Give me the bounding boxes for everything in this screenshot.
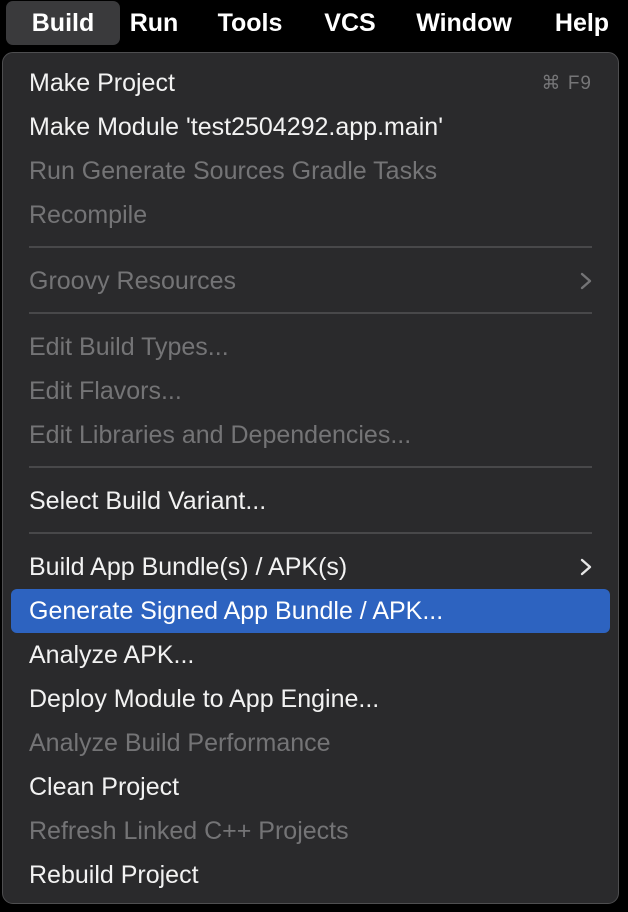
menu-item-label: Generate Signed App Bundle / APK...: [29, 597, 444, 625]
menu-separator: [29, 312, 592, 314]
menu-item-label: Build App Bundle(s) / APK(s): [29, 553, 348, 581]
menu-item-label: Deploy Module to App Engine...: [29, 685, 380, 713]
menu-item-groovy-resources: Groovy Resources: [11, 259, 610, 303]
menu-separator: [29, 246, 592, 248]
menu-bar: Build Run Tools VCS Window Help: [0, 0, 628, 46]
menu-vcs[interactable]: VCS: [312, 0, 388, 46]
menu-tools[interactable]: Tools: [207, 0, 293, 46]
menu-item-label: Run Generate Sources Gradle Tasks: [29, 157, 438, 185]
menu-run[interactable]: Run: [120, 0, 188, 46]
menu-item-analyze-build-performance: Analyze Build Performance: [11, 721, 610, 765]
menu-item-label: Analyze Build Performance: [29, 729, 331, 757]
menu-item-label: Recompile: [29, 201, 148, 229]
menu-item-make-module[interactable]: Make Module 'test2504292.app.main': [11, 105, 610, 149]
menu-item-build-app-bundle[interactable]: Build App Bundle(s) / APK(s): [11, 545, 610, 589]
menu-help[interactable]: Help: [542, 0, 622, 46]
menu-item-edit-build-types: Edit Build Types...: [11, 325, 610, 369]
menu-build[interactable]: Build: [6, 1, 120, 45]
menu-item-label: Edit Libraries and Dependencies...: [29, 421, 412, 449]
menu-item-run-generate-sources: Run Generate Sources Gradle Tasks: [11, 149, 610, 193]
menu-item-label: Groovy Resources: [29, 267, 237, 295]
chevron-right-icon: [580, 558, 592, 576]
menu-item-label: Analyze APK...: [29, 641, 195, 669]
menu-separator: [29, 532, 592, 534]
menu-item-label: Make Module 'test2504292.app.main': [29, 113, 443, 141]
menu-window[interactable]: Window: [405, 0, 523, 46]
shortcut-label: ⌘ F9: [541, 73, 592, 94]
menu-item-label: Select Build Variant...: [29, 487, 267, 515]
menu-item-label: Clean Project: [29, 773, 180, 801]
menu-item-select-build-variant[interactable]: Select Build Variant...: [11, 479, 610, 523]
menu-item-recompile: Recompile: [11, 193, 610, 237]
menu-item-make-project[interactable]: Make Project ⌘ F9: [11, 61, 610, 105]
menu-item-deploy-app-engine[interactable]: Deploy Module to App Engine...: [11, 677, 610, 721]
menu-item-label: Edit Build Types...: [29, 333, 229, 361]
menu-item-rebuild-project[interactable]: Rebuild Project: [11, 853, 610, 897]
menu-item-generate-signed-bundle[interactable]: Generate Signed App Bundle / APK...: [11, 589, 610, 633]
menu-item-edit-flavors: Edit Flavors...: [11, 369, 610, 413]
menu-item-refresh-linked-cpp: Refresh Linked C++ Projects: [11, 809, 610, 853]
menu-item-analyze-apk[interactable]: Analyze APK...: [11, 633, 610, 677]
menu-item-edit-libraries: Edit Libraries and Dependencies...: [11, 413, 610, 457]
menu-separator: [29, 466, 592, 468]
menu-item-clean-project[interactable]: Clean Project: [11, 765, 610, 809]
chevron-right-icon: [580, 272, 592, 290]
menu-item-label: Edit Flavors...: [29, 377, 182, 405]
build-menu: Make Project ⌘ F9 Make Module 'test25042…: [2, 52, 619, 904]
menu-item-label: Refresh Linked C++ Projects: [29, 817, 349, 845]
menu-item-label: Make Project: [29, 69, 175, 97]
menu-item-label: Rebuild Project: [29, 861, 199, 889]
